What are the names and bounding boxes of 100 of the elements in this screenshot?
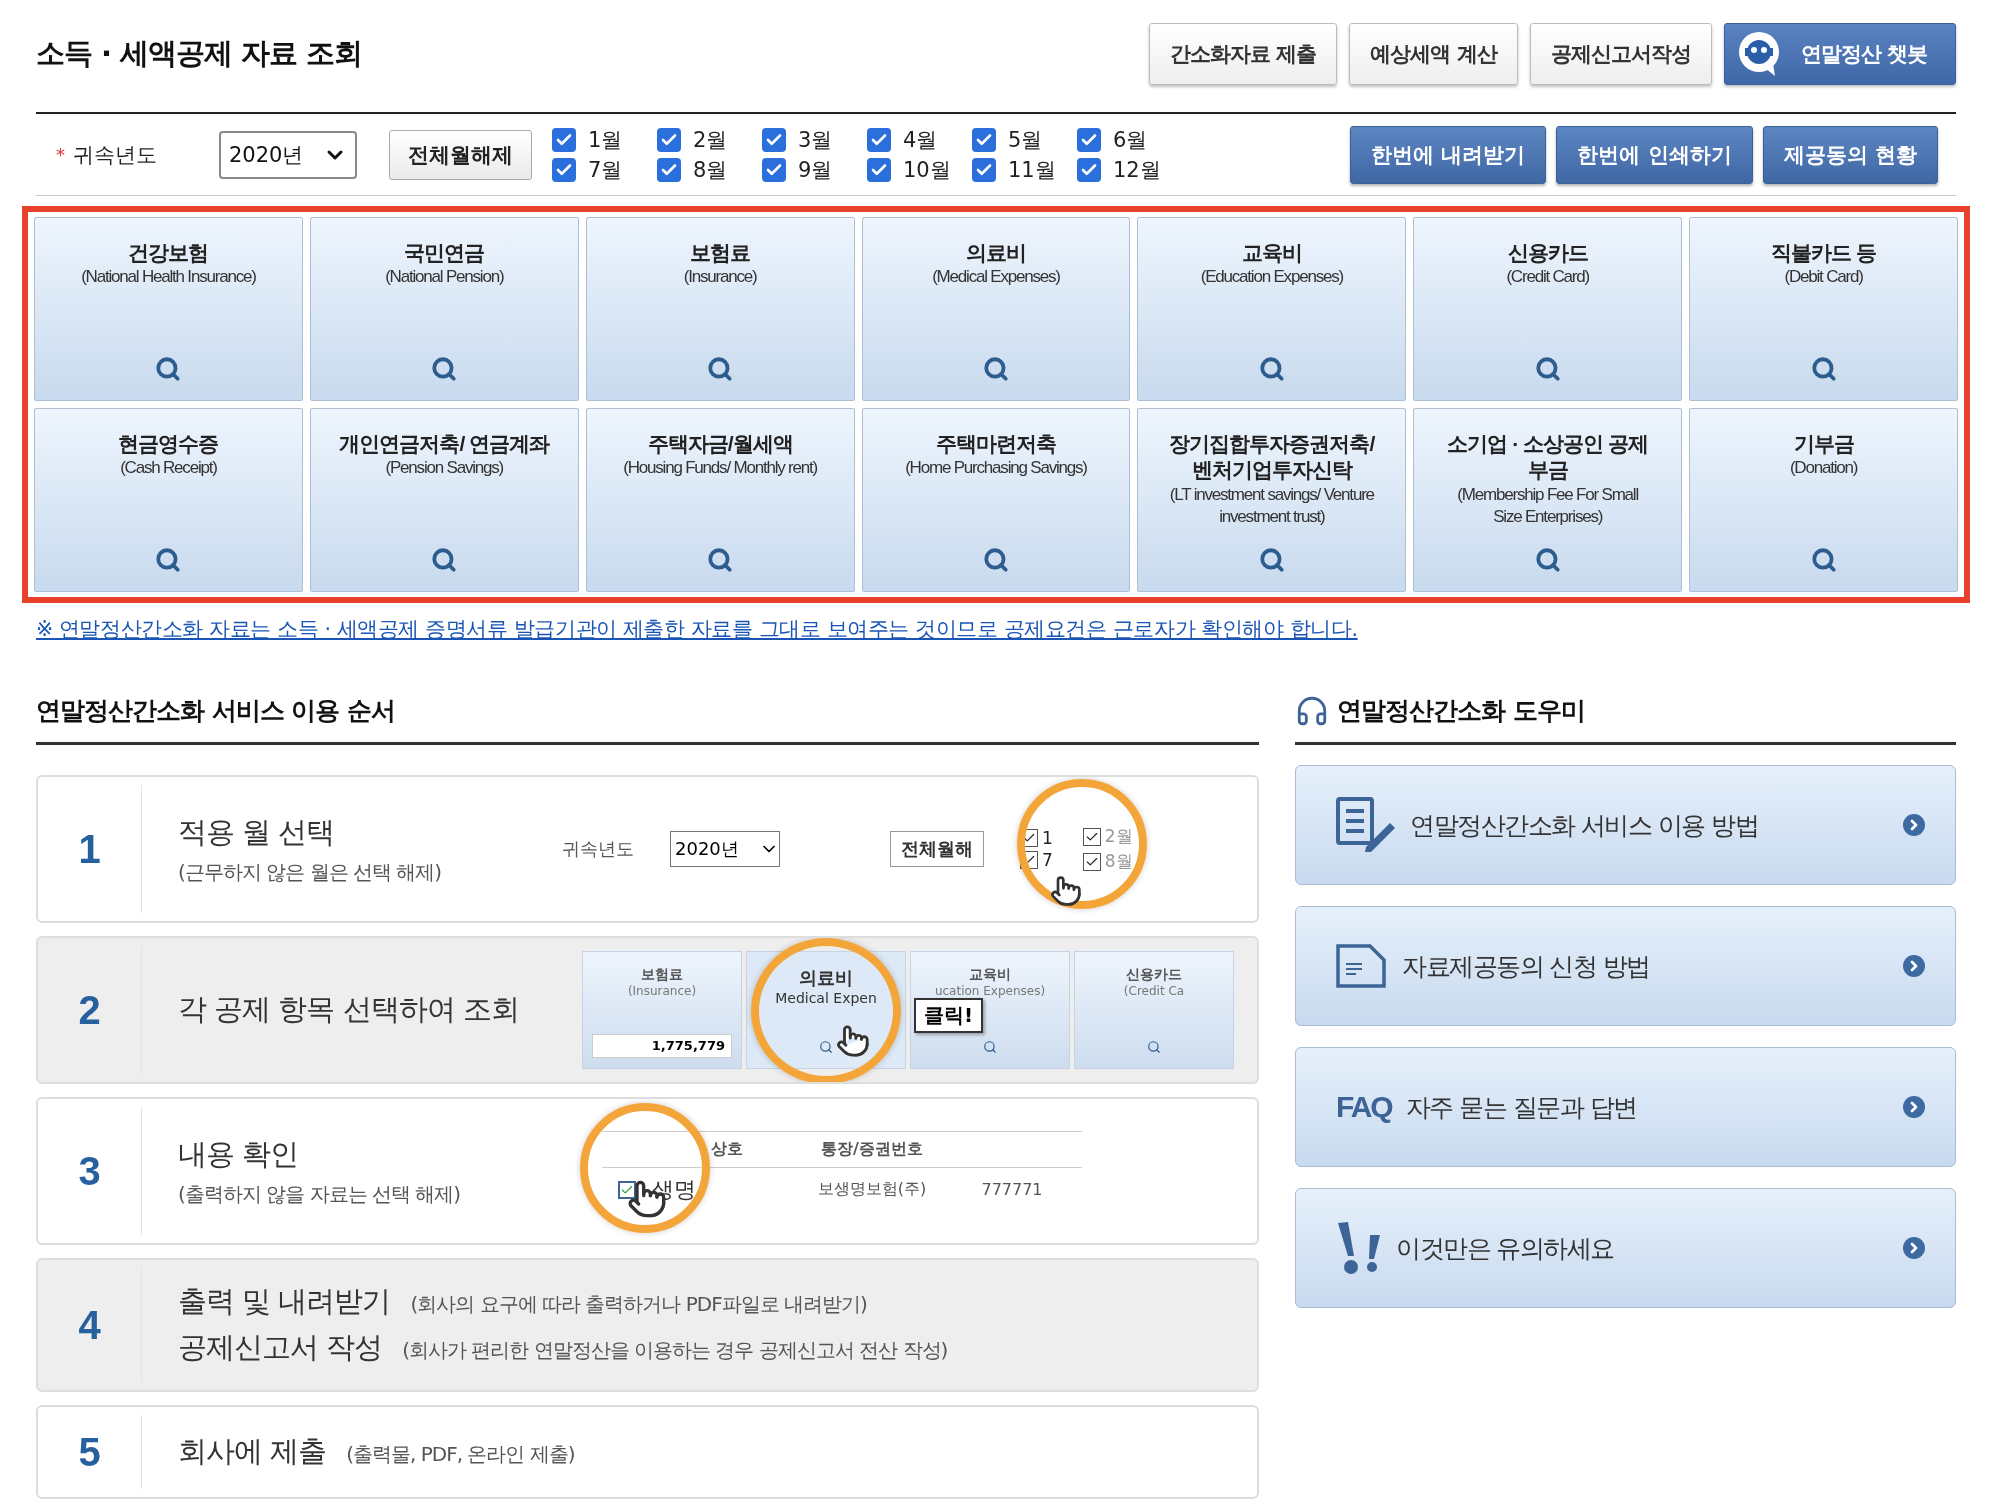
column-header: 상호 (652, 1131, 802, 1168)
search-icon (1534, 356, 1561, 382)
month-label: 4월 (903, 126, 938, 154)
section-title: 연말정산간소화 서비스 이용 순서 (36, 695, 396, 727)
month-checkbox[interactable] (1077, 157, 1101, 182)
step-number: 1 (38, 785, 142, 913)
month-label: 11월 (1008, 156, 1056, 184)
search-icon (707, 356, 734, 382)
top-button[interactable]: 예상세액 계산 (1349, 23, 1518, 85)
search-icon (707, 547, 734, 573)
category-tile[interactable]: 교육비 (Education Expenses) (1137, 217, 1407, 401)
month-label: 9월 (798, 156, 833, 184)
step-number: 3 (38, 1107, 142, 1235)
help-link-card[interactable]: FAQ 자주 묻는 질문과 답변 (1295, 1047, 1956, 1167)
tile-title: 보험료 (641, 966, 683, 984)
step-note: (출력하지 않을 자료는 선택 해제) (178, 1180, 462, 1208)
step-note: (회사의 요구에 따라 출력하거나 PDF파일로 내려받기) (410, 1291, 867, 1318)
table-cell-text: 보생명보험(주) (816, 1178, 928, 1200)
category-tile[interactable]: 주택자금/월세액 (Housing Funds/ Monthly rent) (585, 408, 855, 592)
search-icon (983, 356, 1009, 382)
month-label: 12월 (1113, 156, 1161, 184)
hand-pointer-icon (836, 1024, 870, 1058)
category-tile[interactable]: 의료비 (Medical Expenses) (861, 217, 1131, 401)
action-button[interactable]: 제공동의 현황 (1762, 125, 1938, 184)
search-icon (431, 356, 458, 382)
tile-subtitle: (Credit Ca (1123, 984, 1185, 998)
hand-pointer-icon (1050, 875, 1082, 907)
month-checkbox[interactable] (657, 157, 681, 182)
category-tile[interactable]: 소기업 · 소상공인 공제부금 (Membership Fee For Small Size Enterprises) (1413, 408, 1683, 592)
month-label: 5월 (1008, 126, 1043, 154)
top-button[interactable]: 간소화자료 제출 (1149, 23, 1338, 85)
category-tile[interactable]: 주택마련저축 (Home Purchasing Savings) (861, 408, 1131, 592)
category-tile[interactable]: 직불카드 등 (Debit Card) (1689, 217, 1958, 401)
search-icon (1147, 1040, 1161, 1054)
month-checkbox[interactable] (657, 127, 681, 152)
month-checkbox[interactable] (867, 157, 891, 182)
month-label: 8월 (1104, 850, 1133, 873)
help-link-card[interactable]: 자료제공동의 신청 방법 (1295, 906, 1956, 1026)
help-link-card[interactable]: 연말정산간소화 서비스 이용 방법 (1295, 765, 1956, 885)
month-label: 6월 (1113, 126, 1148, 154)
category-tile[interactable]: 현금영수증 (Cash Receipt) (34, 408, 303, 592)
category-tile[interactable]: 장기집합투자증권저축/ 벤처기업투자신탁 (LT investment savings/ Venture investment trust) (1137, 408, 1407, 592)
tile-subtitle: Medical Expen (775, 990, 877, 1006)
month-checkbox[interactable] (972, 127, 996, 152)
action-button[interactable]: 한번에 인쇄하기 (1556, 125, 1753, 184)
step-title: 적용 월 선택 (178, 813, 336, 851)
tile-subtitle: ucation Expenses) (934, 984, 1046, 998)
column-header: 통장/증권번호 (802, 1131, 942, 1168)
category-tile[interactable]: 신용카드 (Credit Card) (1413, 217, 1683, 401)
step-note: (출력물, PDF, 온라인 제출) (346, 1441, 575, 1468)
section-title: 연말정산간소화 도우미 (1337, 695, 1585, 727)
search-icon (819, 1040, 833, 1054)
month-label: 1월 (588, 126, 623, 154)
action-button[interactable]: 한번에 내려받기 (1350, 125, 1547, 184)
tile-subtitle: (Insurance) (627, 984, 697, 998)
help-link-label: 연말정산간소화 서비스 이용 방법 (1410, 809, 1759, 842)
month-checkbox[interactable] (552, 157, 576, 182)
year-select[interactable]: 2020년 (219, 130, 357, 179)
category-tile[interactable]: 건강보험 (National Health Insurance) (34, 217, 303, 401)
category-tile[interactable]: 보험료 (Insurance) (585, 217, 855, 401)
month-checkbox[interactable] (1077, 127, 1101, 152)
help-link-label: 자주 묻는 질문과 답변 (1405, 1091, 1637, 1124)
notice-link[interactable]: ※ 연말정산간소화 자료는 소득 · 세액공제 증명서류 발급기관이 제출한 자료를 그대로 보여주는 것이므로 공제요건은 근로자가 확인해야 합니다. (36, 615, 1956, 643)
category-tile[interactable]: 개인연금저축/ 연금계좌 (Pension Savings) (309, 408, 579, 592)
step-note: (근무하지 않은 월은 선택 해제) (178, 858, 443, 886)
tile-title: 신용카드 (1126, 966, 1182, 984)
month-checkbox[interactable] (867, 127, 891, 152)
category-tile[interactable]: 국민연금 (National Pension) (309, 217, 579, 401)
clear-months-button[interactable]: 전체월해제 (389, 129, 532, 180)
month-label: 3월 (798, 126, 833, 154)
help-link-card[interactable]: 이것만은 유의하세요 (1295, 1188, 1956, 1308)
month-label: 2월 (693, 126, 728, 154)
required-mark: * (56, 144, 65, 165)
page-title: 소득 · 세액공제 자료 조회 (36, 35, 363, 72)
month-label: 7월 (588, 156, 623, 184)
search-icon (431, 547, 458, 573)
category-tile[interactable]: 기부금 (Donation) (1689, 408, 1958, 592)
month-checkbox[interactable] (762, 157, 786, 182)
tile-title: 교육비 (969, 966, 1011, 984)
document-pencil-icon (1336, 797, 1396, 853)
search-icon (1534, 547, 1561, 573)
chatbot-button[interactable]: 연말정산 챗봇 (1723, 23, 1956, 85)
tile-title: 의료비 (799, 966, 853, 990)
month-checkbox[interactable] (552, 127, 576, 152)
month-label: 7 (1042, 850, 1053, 870)
search-icon (1258, 547, 1285, 573)
help-link-label: 자료제공동의 신청 방법 (1402, 950, 1650, 983)
search-icon (1810, 356, 1837, 382)
document-icon (1336, 944, 1388, 988)
month-label: 10월 (903, 156, 951, 184)
step-title: 각 공제 항목 선택하여 조회 (178, 991, 520, 1028)
step-number: 2 (38, 946, 142, 1074)
click-callout: 클릭! (914, 998, 984, 1033)
search-icon (1810, 547, 1837, 573)
top-button[interactable]: 공제신고서작성 (1529, 23, 1712, 85)
year-label: 귀속년도 (73, 141, 158, 169)
step-title: 공제신고서 작성 (178, 1329, 383, 1366)
month-checkbox[interactable] (762, 127, 786, 152)
search-icon (155, 547, 182, 573)
month-checkbox[interactable] (972, 157, 996, 182)
